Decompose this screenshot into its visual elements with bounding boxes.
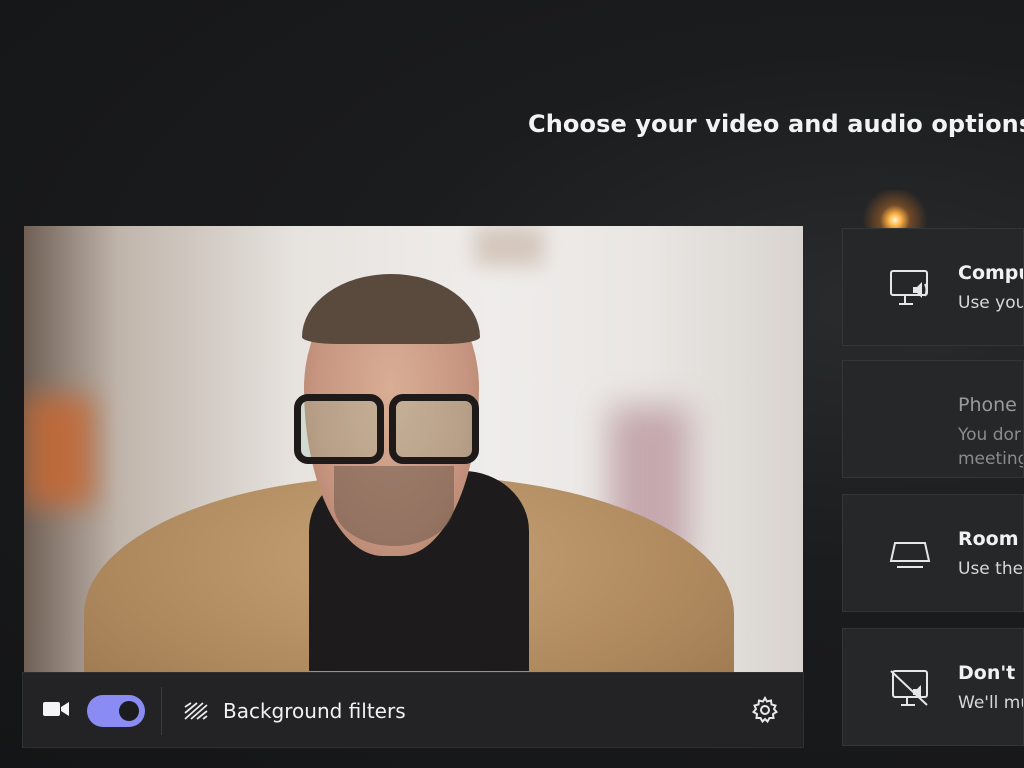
option-description: We'll mu bbox=[958, 693, 1024, 713]
option-title: Phone bbox=[958, 394, 1017, 416]
background-effects-icon bbox=[184, 702, 208, 720]
toggle-knob bbox=[119, 701, 139, 721]
video-camera-icon bbox=[43, 702, 69, 716]
option-description: Use the bbox=[958, 559, 1024, 579]
option-title: Room bbox=[958, 528, 1019, 550]
person-beard bbox=[334, 466, 454, 546]
background-blur-spot bbox=[24, 396, 94, 506]
option-description-line: You dor bbox=[958, 425, 1021, 445]
person-hair bbox=[302, 274, 480, 344]
audio-option-computer[interactable]: Compu Use you bbox=[842, 228, 1024, 346]
camera-preview bbox=[24, 226, 803, 672]
glasses-lens-right bbox=[389, 394, 479, 464]
option-description-line: meeting bbox=[958, 449, 1024, 469]
audio-option-dont-use[interactable]: Don't u We'll mu bbox=[842, 628, 1024, 746]
camera-toggle[interactable] bbox=[87, 695, 145, 727]
preview-toolbar: Background filters bbox=[22, 672, 804, 748]
option-title: Don't u bbox=[958, 662, 1023, 684]
option-description: You dor meeting bbox=[958, 423, 1024, 471]
page-title: Choose your video and audio options bbox=[528, 110, 1024, 138]
no-audio-icon bbox=[890, 670, 928, 706]
audio-option-room[interactable]: Room Use the bbox=[842, 494, 1024, 612]
background-filters-button[interactable]: Background filters bbox=[223, 699, 406, 723]
option-title: Compu bbox=[958, 262, 1023, 284]
toolbar-divider bbox=[161, 687, 162, 735]
option-description: Use you bbox=[958, 293, 1024, 313]
glasses-lens-left bbox=[294, 394, 384, 464]
meeting-prejoin-screen: Choose your video and audio options Back… bbox=[0, 0, 1024, 768]
audio-option-phone: Phone You dor meeting bbox=[842, 360, 1024, 478]
room-audio-icon bbox=[889, 542, 931, 568]
background-blur-spot bbox=[474, 226, 544, 266]
computer-audio-icon bbox=[890, 270, 928, 305]
gear-icon[interactable] bbox=[750, 695, 780, 725]
